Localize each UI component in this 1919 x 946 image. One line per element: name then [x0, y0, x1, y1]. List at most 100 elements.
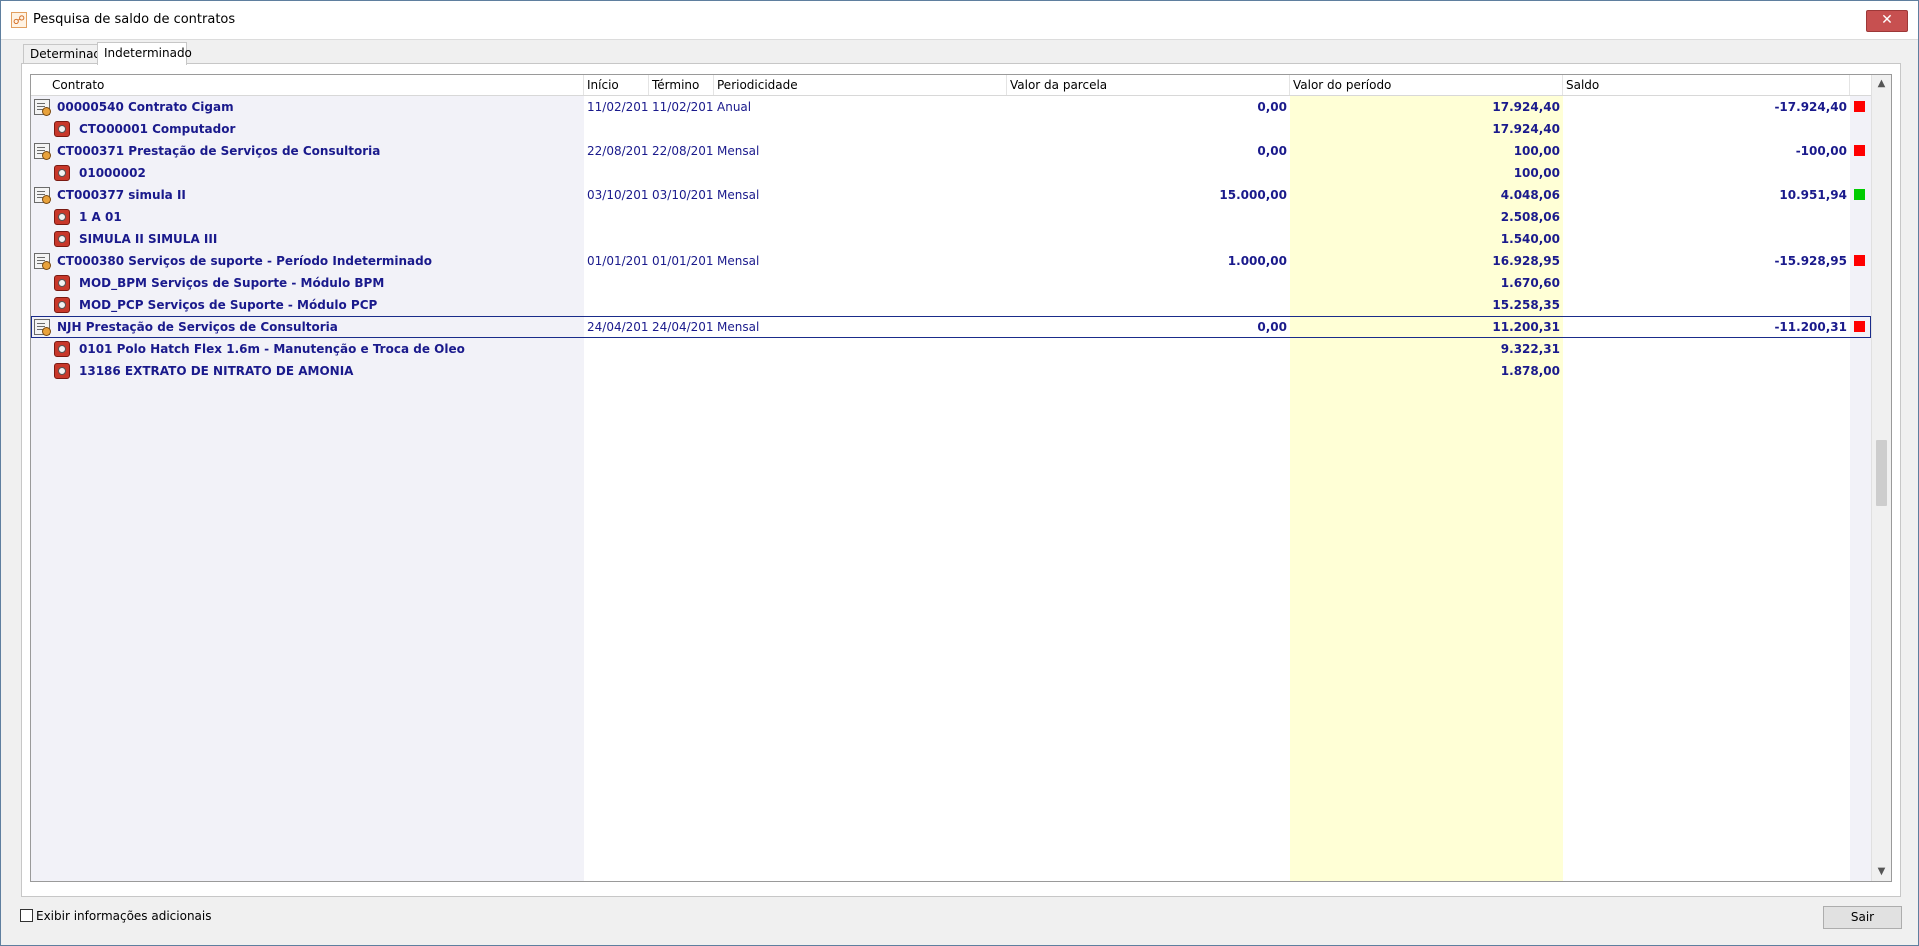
inicio-cell: 24/04/2012: [587, 320, 649, 334]
valor-parcela-cell: 0,00: [1257, 144, 1287, 158]
column-header-termino[interactable]: Término: [649, 75, 714, 95]
item-icon: [54, 121, 70, 137]
contract-item-row[interactable]: 01000002 100,00: [31, 162, 1871, 184]
contrato-cell: CT000371 Prestação de Serviços de Consul…: [57, 144, 381, 158]
valor-periodo-cell: 1.540,00: [1500, 232, 1560, 246]
contract-item-row[interactable]: MOD_BPM Serviços de Suporte - Módulo BPM…: [31, 272, 1871, 294]
valor-periodo-cell: 4.048,06: [1500, 188, 1560, 202]
contrato-cell: 13186 EXTRATO DE NITRATO DE AMONIA: [79, 364, 354, 378]
item-icon: [54, 165, 70, 181]
periodicidade-cell: Mensal: [717, 188, 760, 202]
vertical-scrollbar[interactable]: ▲ ▼: [1871, 75, 1891, 881]
termino-cell: 03/10/2012: [652, 188, 714, 202]
contract-item-row[interactable]: 0101 Polo Hatch Flex 1.6m - Manutenção e…: [31, 338, 1871, 360]
inicio-cell: 01/01/2012: [587, 254, 649, 268]
status-indicator-red: [1854, 321, 1865, 332]
contract-document-icon: [34, 99, 51, 116]
scroll-up-icon[interactable]: ▲: [1872, 75, 1891, 93]
contract-item-row[interactable]: CTO00001 Computador 17.924,40: [31, 118, 1871, 140]
termino-cell: 22/08/2012: [652, 144, 714, 158]
contrato-cell: CT000377 simula II: [57, 188, 186, 202]
column-header-inicio[interactable]: Início: [584, 75, 649, 95]
valor-periodo-cell: 17.924,40: [1492, 122, 1560, 136]
contrato-cell: 01000002: [79, 166, 146, 180]
column-header-valor-parcela[interactable]: Valor da parcela: [1007, 75, 1290, 95]
saldo-cell: 10.951,94: [1779, 188, 1847, 202]
item-icon: [54, 341, 70, 357]
app-icon: ☍: [11, 12, 27, 28]
item-icon: [54, 275, 70, 291]
contrato-cell: MOD_PCP Serviços de Suporte - Módulo PCP: [79, 298, 378, 312]
contract-row[interactable]: CT000371 Prestação de Serviços de Consul…: [31, 140, 1871, 162]
window-title: Pesquisa de saldo de contratos: [33, 12, 236, 27]
contract-row[interactable]: CT000380 Serviços de suporte - Período I…: [31, 250, 1871, 272]
valor-parcela-cell: 0,00: [1257, 320, 1287, 334]
status-indicator-red: [1854, 145, 1865, 156]
additional-info-checkbox[interactable]: [20, 909, 33, 922]
column-header-valor-periodo[interactable]: Valor do período: [1290, 75, 1563, 95]
scrollbar-thumb[interactable]: [1876, 440, 1887, 506]
grid-rows: 00000540 Contrato Cigam 11/02/201911/02/2…: [31, 96, 1871, 382]
contrato-cell: SIMULA II SIMULA III: [79, 232, 218, 246]
contract-document-icon: [34, 143, 51, 160]
valor-periodo-cell: 15.258,35: [1492, 298, 1560, 312]
periodicidade-cell: Mensal: [717, 320, 760, 334]
valor-periodo-cell: 100,00: [1513, 166, 1560, 180]
valor-parcela-cell: 15.000,00: [1219, 188, 1287, 202]
tab-indeterminado[interactable]: Indeterminado: [97, 42, 192, 65]
item-icon: [54, 231, 70, 247]
contract-item-row[interactable]: 1 A 01 2.508,06: [31, 206, 1871, 228]
contracts-grid: Contrato Início Término Periodicidade Va…: [30, 74, 1892, 882]
column-header-periodicidade[interactable]: Periodicidade: [714, 75, 1007, 95]
contrato-cell: NJH Prestação de Serviços de Consultoria: [57, 320, 338, 334]
valor-periodo-cell: 17.924,40: [1492, 100, 1560, 114]
additional-info-label: Exibir informações adicionais: [36, 909, 212, 923]
contrato-cell: CTO00001 Computador: [79, 122, 236, 136]
main-window: ☍ Pesquisa de saldo de contratos ✕ Deter…: [0, 0, 1919, 946]
valor-parcela-cell: 0,00: [1257, 100, 1287, 114]
contract-row[interactable]: CT000377 simula II03/10/201203/10/2012Me…: [31, 184, 1871, 206]
valor-periodo-cell: 100,00: [1513, 144, 1560, 158]
valor-periodo-cell: 16.928,95: [1492, 254, 1560, 268]
valor-periodo-cell: 1.670,60: [1500, 276, 1560, 290]
exit-button[interactable]: Sair: [1823, 906, 1902, 929]
valor-periodo-cell: 1.878,00: [1500, 364, 1560, 378]
contract-document-icon: [34, 319, 51, 336]
status-indicator-green: [1854, 189, 1865, 200]
inicio-cell: 22/08/2012: [587, 144, 649, 158]
status-indicator-red: [1854, 255, 1865, 266]
valor-parcela-cell: 1.000,00: [1227, 254, 1287, 268]
termino-cell: 24/04/2012: [652, 320, 714, 334]
column-header-saldo[interactable]: Saldo: [1563, 75, 1850, 95]
item-icon: [54, 363, 70, 379]
valor-periodo-cell: 2.508,06: [1500, 210, 1560, 224]
grid-header: Contrato Início Término Periodicidade Va…: [31, 75, 1871, 96]
valor-periodo-cell: 11.200,31: [1492, 320, 1560, 334]
saldo-cell: -15.928,95: [1774, 254, 1847, 268]
valor-periodo-cell: 9.322,31: [1500, 342, 1560, 356]
contract-document-icon: [34, 187, 51, 204]
periodicidade-cell: Mensal: [717, 144, 760, 158]
contract-item-row[interactable]: 13186 EXTRATO DE NITRATO DE AMONIA 1.878,…: [31, 360, 1871, 382]
tab-panel-indeterminado: Contrato Início Término Periodicidade Va…: [21, 63, 1901, 897]
contract-row[interactable]: NJH Prestação de Serviços de Consultoria…: [31, 316, 1871, 338]
contract-item-row[interactable]: MOD_PCP Serviços de Suporte - Módulo PCP…: [31, 294, 1871, 316]
contrato-cell: 1 A 01: [79, 210, 122, 224]
close-button[interactable]: ✕: [1866, 10, 1908, 32]
column-header-contrato[interactable]: Contrato: [49, 75, 584, 95]
item-icon: [54, 209, 70, 225]
termino-cell: 01/01/2012: [652, 254, 714, 268]
contrato-cell: 00000540 Contrato Cigam: [57, 100, 234, 114]
saldo-cell: -100,00: [1795, 144, 1847, 158]
contract-item-row[interactable]: SIMULA II SIMULA III 1.540,00: [31, 228, 1871, 250]
contract-document-icon: [34, 253, 51, 270]
contrato-cell: 0101 Polo Hatch Flex 1.6m - Manutenção e…: [79, 342, 465, 356]
saldo-cell: -11.200,31: [1774, 320, 1847, 334]
contract-row[interactable]: 00000540 Contrato Cigam 11/02/201911/02/2…: [31, 96, 1871, 118]
status-indicator-red: [1854, 101, 1865, 112]
tab-determinado[interactable]: Determinado: [23, 44, 108, 64]
saldo-cell: -17.924,40: [1774, 100, 1847, 114]
scroll-down-icon[interactable]: ▼: [1872, 863, 1891, 881]
item-icon: [54, 297, 70, 313]
inicio-cell: 11/02/2019: [587, 100, 649, 114]
